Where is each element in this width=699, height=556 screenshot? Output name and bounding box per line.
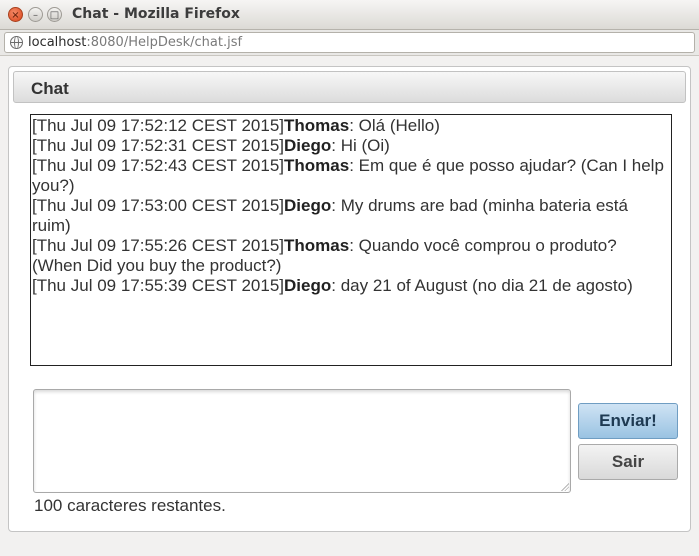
chat-panel: Chat [Thu Jul 09 17:52:12 CEST 2015]Thom…	[8, 66, 691, 532]
url-path: :8080/HelpDesk/chat.jsf	[86, 35, 243, 50]
message-sender: Diego	[284, 136, 332, 155]
panel-header: Chat	[13, 71, 686, 103]
chat-message: [Thu Jul 09 17:52:43 CEST 2015]Thomas: E…	[32, 156, 671, 196]
remaining-characters-counter: 100 caracteres restantes.	[34, 496, 226, 515]
chat-message: [Thu Jul 09 17:55:39 CEST 2015]Diego: da…	[32, 276, 671, 296]
minimize-window-icon[interactable]: –	[28, 7, 43, 22]
url-text[interactable]: localhost:8080/HelpDesk/chat.jsf	[28, 35, 242, 50]
chat-message: [Thu Jul 09 17:52:31 CEST 2015]Diego: Hi…	[32, 136, 671, 156]
chat-message: [Thu Jul 09 17:55:26 CEST 2015]Thomas: Q…	[32, 236, 671, 276]
chat-message: [Thu Jul 09 17:52:12 CEST 2015]Thomas: O…	[32, 116, 671, 136]
panel-title: Chat	[31, 79, 69, 98]
url-bar[interactable]: localhost:8080/HelpDesk/chat.jsf	[4, 32, 695, 53]
message-timestamp: [Thu Jul 09 17:53:00 CEST 2015]	[32, 196, 285, 215]
message-text: : day 21 of August (no dia 21 de agosto)	[331, 276, 633, 295]
message-input[interactable]	[33, 389, 571, 493]
globe-icon	[10, 36, 23, 49]
resize-grip-icon[interactable]	[561, 483, 569, 491]
url-host: localhost	[28, 35, 87, 50]
message-sender: Thomas	[284, 116, 350, 135]
window-titlebar: × – □ Chat - Mozilla Firefox	[0, 0, 699, 30]
maximize-window-icon[interactable]: □	[47, 7, 62, 22]
close-window-icon[interactable]: ×	[8, 7, 23, 22]
chat-message: [Thu Jul 09 17:53:00 CEST 2015]Diego: My…	[32, 196, 671, 236]
message-timestamp: [Thu Jul 09 17:52:31 CEST 2015]	[32, 136, 285, 155]
message-sender: Diego	[284, 276, 332, 295]
message-text: : Olá (Hello)	[349, 116, 440, 135]
send-button[interactable]: Enviar!	[578, 403, 678, 439]
message-sender: Thomas	[284, 156, 350, 175]
message-timestamp: [Thu Jul 09 17:55:39 CEST 2015]	[32, 276, 285, 295]
exit-button[interactable]: Sair	[578, 444, 678, 480]
chat-log[interactable]: [Thu Jul 09 17:52:12 CEST 2015]Thomas: O…	[30, 114, 672, 366]
message-timestamp: [Thu Jul 09 17:52:12 CEST 2015]	[32, 116, 285, 135]
message-sender: Thomas	[284, 236, 350, 255]
window-title: Chat - Mozilla Firefox	[72, 6, 240, 22]
navigation-bar: localhost:8080/HelpDesk/chat.jsf	[0, 30, 699, 56]
message-timestamp: [Thu Jul 09 17:52:43 CEST 2015]	[32, 156, 285, 175]
message-timestamp: [Thu Jul 09 17:55:26 CEST 2015]	[32, 236, 285, 255]
message-text: : Hi (Oi)	[331, 136, 390, 155]
message-sender: Diego	[284, 196, 332, 215]
